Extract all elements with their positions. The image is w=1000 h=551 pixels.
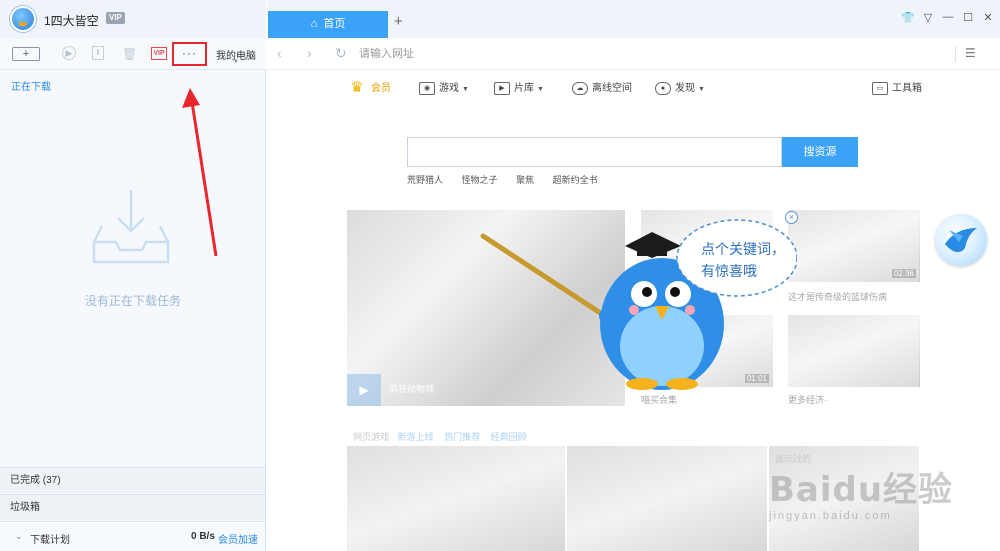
completed-tab[interactable]: 已完成 (37) xyxy=(0,467,265,493)
nav-game[interactable]: ◉ 游戏 ▼ xyxy=(419,80,469,98)
minimize-icon[interactable]: — xyxy=(941,11,955,23)
close-icon[interactable]: ✕ xyxy=(981,11,995,24)
skin-icon[interactable]: 👕 xyxy=(901,11,915,24)
annotation-arrow xyxy=(182,88,218,257)
delete-icon[interactable]: 🗑 xyxy=(122,46,137,61)
vip-accelerate-link[interactable]: 会员加速 xyxy=(218,531,258,546)
nav-vip[interactable]: ♛ 会员 xyxy=(347,80,391,98)
play-icon[interactable]: ▶ xyxy=(347,374,381,406)
games-tab[interactable]: 热门推荐 xyxy=(444,432,480,442)
recently-played-label: 我玩过的 xyxy=(775,454,812,464)
chevron-down-icon[interactable]: ⌄ xyxy=(15,531,23,542)
nav-offline-space[interactable]: ☁ 离线空间 xyxy=(572,80,632,98)
tab-home[interactable]: ⌂ 首页 xyxy=(268,11,388,38)
toolbox-icon: ▭ xyxy=(872,81,888,95)
refresh-icon[interactable]: ↻ xyxy=(335,45,347,62)
video-thumbnail[interactable]: 02:36 xyxy=(788,210,920,282)
game-icon: ◉ xyxy=(419,81,435,95)
hot-keyword[interactable]: 聚焦 xyxy=(516,175,534,185)
url-input[interactable] xyxy=(359,45,939,63)
crown-icon: ♛ xyxy=(350,78,364,96)
chevron-down-icon: ▼ xyxy=(698,86,705,93)
new-tab-button[interactable]: + xyxy=(394,13,403,30)
chevron-down-icon: ▼ xyxy=(537,86,544,93)
banner-caption: 疯狂动物城 xyxy=(389,384,435,394)
address-bar: ‹ › ↻ ☰ xyxy=(267,38,1000,70)
back-icon[interactable]: ‹ xyxy=(277,45,282,61)
nav-toolbox-label: 工具箱 xyxy=(892,83,922,94)
empty-tray-icon xyxy=(92,190,170,264)
hamburger-menu-icon[interactable]: ☰ xyxy=(965,46,976,60)
cloud-icon: ☁ xyxy=(572,81,588,95)
username[interactable]: 1四大皆空 xyxy=(44,12,99,29)
nav-discover-label: 发现 xyxy=(675,83,695,94)
games-tab[interactable]: 经典回顾 xyxy=(491,432,527,442)
avatar[interactable] xyxy=(10,6,36,32)
bubble-line-2: 有惊喜哦 xyxy=(701,264,757,280)
browser-panel: ⌂首页 + 👕 ▽ — ☐ ✕ ‹ › ↻ ☰ ♛会员 ◉游戏▼ ▶片库▼ xyxy=(267,0,1000,551)
close-icon[interactable]: × xyxy=(785,211,798,224)
vip-icon[interactable]: VIP xyxy=(151,47,167,60)
home-icon: ⌂ xyxy=(310,18,318,30)
game-tile[interactable] xyxy=(347,446,565,551)
portal-nav: ♛ 会员 ◉ 游戏 ▼ ▶ 片库 ▼ ☁ 离线空间 ● 发现 ▼ ▭ 工具箱 xyxy=(347,80,927,100)
hot-keyword[interactable]: 荒野猎人 xyxy=(407,175,443,185)
menu-icon[interactable]: ▽ xyxy=(921,11,935,24)
vip-badge[interactable]: VIP xyxy=(106,12,125,24)
trash-tab[interactable]: 垃圾箱 xyxy=(0,494,265,520)
status-footer: ⌄ 下载计划 0 B/s 会员加速 xyxy=(0,521,265,551)
hot-keyword[interactable]: 怪物之子 xyxy=(462,175,498,185)
nav-offline-label: 离线空间 xyxy=(592,83,632,94)
left-panel: 1四大皆空 VIP + ▶ ‖ 🗑 VIP ··· 我的电脑 ▼ 正在下载 没有… xyxy=(0,0,266,551)
tab-bar: ⌂ 首页 + 👕 ▽ — ☐ ✕ xyxy=(267,0,1000,38)
download-speed: 0 B/s xyxy=(191,531,215,542)
video-thumbnail[interactable] xyxy=(788,315,920,387)
new-task-button[interactable]: + xyxy=(12,47,40,61)
nav-toolbox[interactable]: ▭ 工具箱 xyxy=(872,80,922,98)
eye-icon: ● xyxy=(655,81,671,95)
maximize-icon[interactable]: ☐ xyxy=(961,11,975,24)
hot-keywords: 荒野猎人 怪物之子 聚焦 超新约全书 xyxy=(407,173,614,186)
empty-state-text: 没有正在下载任务 xyxy=(84,294,181,308)
download-plan-button[interactable]: 下载计划 xyxy=(30,531,70,546)
nav-movies[interactable]: ▶ 片库 ▼ xyxy=(494,80,544,98)
forward-icon[interactable]: › xyxy=(307,45,312,61)
downloading-tab[interactable]: 正在下载 xyxy=(11,78,51,93)
more-button[interactable]: ··· xyxy=(172,42,207,66)
thunder-download-window: 1四大皆空 VIP + ▶ ‖ 🗑 VIP ··· 我的电脑 ▼ 正在下载 没有… xyxy=(0,0,1000,551)
user-header: 1四大皆空 VIP xyxy=(0,0,266,38)
hot-keyword[interactable]: 超新约全书 xyxy=(553,175,598,185)
chevron-down-icon[interactable]: ▼ xyxy=(233,59,239,65)
video-caption[interactable]: 这才是传奇级的篮球伤病 xyxy=(788,290,887,303)
film-icon: ▶ xyxy=(494,81,510,95)
web-games-header: 网页游戏 新游上线 热门推荐 经典回顾 xyxy=(353,430,535,443)
divider xyxy=(955,46,956,62)
floating-bird-icon[interactable] xyxy=(935,214,987,266)
game-tile[interactable] xyxy=(567,446,767,551)
download-toolbar: + ▶ ‖ 🗑 VIP ··· 我的电脑 ▼ xyxy=(0,38,266,70)
nav-movies-label: 片库 xyxy=(514,83,534,94)
pause-icon[interactable]: ‖ xyxy=(92,46,104,60)
search-button[interactable]: 搜资源 xyxy=(782,137,858,167)
resource-search-box xyxy=(407,137,782,167)
bubble-line-1: 点个关键词， xyxy=(701,242,785,258)
web-games-title: 网页游戏 xyxy=(353,432,390,442)
nav-discover[interactable]: ● 发现 ▼ xyxy=(655,80,705,98)
tab-home-label: 首页 xyxy=(323,18,346,30)
chevron-down-icon: ▼ xyxy=(462,86,469,93)
video-duration: 02:36 xyxy=(891,269,916,278)
nav-game-label: 游戏 xyxy=(439,83,459,94)
mascot-guide: 点个关键词， 有惊喜哦 xyxy=(480,219,797,390)
nav-vip-label: 会员 xyxy=(371,83,391,94)
games-tab[interactable]: 新游上线 xyxy=(398,432,434,442)
start-icon[interactable]: ▶ xyxy=(62,46,76,60)
resource-search-input[interactable] xyxy=(408,138,781,166)
